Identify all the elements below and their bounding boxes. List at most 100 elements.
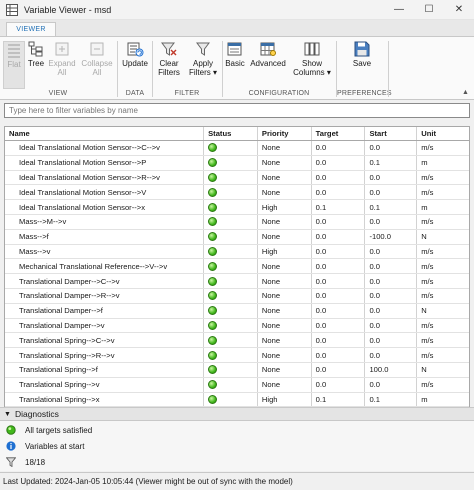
table-row[interactable]: Translational Damper-->f None 0.0 0.0 N [5, 303, 469, 319]
table-row[interactable]: Ideal Translational Motion Sensor-->V Non… [5, 185, 469, 201]
cell-target[interactable]: 0.0 [312, 259, 366, 274]
cell-target[interactable]: 0.0 [312, 348, 366, 362]
cell-target[interactable]: 0.0 [312, 170, 366, 185]
table-row[interactable]: Ideal Translational Motion Sensor-->x Hig… [5, 200, 469, 215]
filter-input[interactable]: Type here to filter variables by name [4, 103, 470, 118]
table-row[interactable]: Ideal Translational Motion Sensor-->P Non… [5, 155, 469, 171]
diagnostics-title: Diagnostics [14, 409, 59, 419]
collapse-all-button[interactable]: Collapse All [80, 41, 114, 89]
advanced-config-icon [259, 41, 277, 57]
cell-priority[interactable]: High [258, 200, 312, 214]
cell-priority[interactable]: None [258, 288, 312, 303]
cell-priority[interactable]: None [258, 274, 312, 288]
table-row[interactable]: Translational Damper-->C-->v None 0.0 0.0 m/… [5, 274, 469, 289]
column-header-start[interactable]: Start [365, 127, 418, 140]
table-row[interactable]: Ideal Translational Motion Sensor-->R-->… [5, 170, 469, 186]
cell-target[interactable]: 0.1 [312, 200, 366, 214]
update-button[interactable]: Update [120, 41, 150, 89]
cell-target[interactable]: 0.0 [312, 185, 366, 200]
table-row[interactable]: Translational Spring-->C-->v None 0.0 0.0 m/… [5, 333, 469, 349]
cell-unit: m/s [421, 246, 434, 256]
cell-target[interactable]: 0.0 [312, 229, 366, 244]
cell-target[interactable]: 0.0 [312, 288, 366, 303]
cell-start: 0.0 [365, 185, 418, 200]
cell-target[interactable]: 0.0 [312, 377, 366, 392]
table-row[interactable]: Translational Damper-->R-->v None 0.0 0.0 m/… [5, 288, 469, 304]
cell-target[interactable]: 0.0 [312, 303, 366, 318]
flat-button[interactable]: Flat [3, 41, 25, 89]
show-columns-button[interactable]: Show Columns ▾ [293, 41, 331, 89]
cell-priority[interactable]: High [258, 244, 312, 259]
expand-all-button[interactable]: Expand All [48, 41, 76, 89]
clear-filters-button[interactable]: Clear Filters [155, 41, 183, 89]
cell-name: Translational Spring-->R-->v [5, 348, 205, 362]
collapse-toolstrip-icon[interactable]: ▲ [462, 89, 469, 96]
cell-priority[interactable]: None [258, 155, 312, 170]
cell-target[interactable]: 0.0 [312, 274, 366, 288]
cell-status [204, 170, 258, 185]
close-button[interactable]: ✕ [444, 0, 474, 20]
cell-priority[interactable]: None [258, 185, 312, 200]
cell-unit: m [421, 158, 428, 168]
table-row[interactable]: Mass-->f None 0.0 -100.0 N [5, 229, 469, 245]
info-icon [6, 441, 16, 451]
table-row[interactable]: Translational Spring-->x High 0.1 0.1 m [5, 392, 469, 408]
cell-priority[interactable]: None [258, 333, 312, 348]
diagnostics-header[interactable]: ▼ Diagnostics [0, 407, 474, 421]
cell-priority[interactable]: None [258, 303, 312, 318]
cell-priority[interactable]: High [258, 392, 312, 407]
cell-priority[interactable]: None [258, 362, 312, 377]
cell-name: Ideal Translational Motion Sensor-->R-->… [5, 170, 205, 185]
table-row[interactable]: Mass-->v High 0.0 0.0 m/s [5, 244, 469, 260]
cell-target[interactable]: 0.0 [312, 362, 366, 377]
cell-name: Translational Spring-->v [5, 377, 205, 392]
cell-target[interactable]: 0.1 [312, 392, 366, 407]
cell-unit: m/s [421, 335, 434, 345]
cell-priority[interactable]: None [258, 259, 312, 274]
cell-priority[interactable]: None [258, 377, 312, 392]
green-circle-icon [6, 425, 16, 435]
column-header-name[interactable]: Name [5, 127, 205, 140]
cell-priority[interactable]: None [258, 348, 312, 362]
cell-start: -100.0 [365, 229, 418, 244]
column-header-priority[interactable]: Priority [258, 127, 312, 140]
cell-name: Translational Damper-->C-->v [5, 274, 205, 288]
cell-status [204, 288, 258, 303]
cell-priority[interactable]: None [258, 141, 312, 155]
status-ok-icon [208, 291, 218, 301]
table-row[interactable]: Mechanical Translational Reference-->V--… [5, 259, 469, 275]
cell-name: Mass-->f [5, 229, 205, 244]
cell-status [204, 274, 258, 288]
cell-target[interactable]: 0.0 [312, 244, 366, 259]
advanced-button[interactable]: Advanced [249, 41, 287, 89]
cell-target[interactable]: 0.0 [312, 214, 366, 229]
cell-unit: N [421, 365, 427, 375]
save-button[interactable]: Save [350, 41, 374, 89]
table-row[interactable]: Translational Spring-->f None 0.0 100.0 N [5, 362, 469, 378]
table-row[interactable]: Ideal Translational Motion Sensor-->C-->… [5, 141, 469, 156]
table-row[interactable]: Mass-->M-->v None 0.0 0.0 m/s [5, 214, 469, 230]
cell-start: 0.0 [365, 348, 418, 362]
column-header-unit[interactable]: Unit [417, 127, 469, 140]
cell-priority[interactable]: None [258, 229, 312, 244]
cell-target[interactable]: 0.0 [312, 333, 366, 348]
apply-filters-button[interactable]: Apply Filters ▾ [187, 41, 219, 89]
cell-target[interactable]: 0.0 [312, 141, 366, 155]
tab-viewer[interactable]: VIEWER [6, 22, 56, 36]
basic-button[interactable]: Basic [224, 41, 246, 89]
cell-name: Mass-->M-->v [5, 214, 205, 229]
cell-priority[interactable]: None [258, 214, 312, 229]
cell-target[interactable]: 0.0 [312, 318, 366, 333]
table-row[interactable]: Translational Spring-->R-->v None 0.0 0.0 m/… [5, 348, 469, 363]
column-header-status[interactable]: Status [204, 127, 258, 140]
table-row[interactable]: Translational Spring-->v None 0.0 0.0 m/s [5, 377, 469, 393]
cell-priority[interactable]: None [258, 318, 312, 333]
separator [222, 41, 223, 97]
cell-target[interactable]: 0.0 [312, 155, 366, 170]
column-header-target[interactable]: Target [312, 127, 366, 140]
table-row[interactable]: Translational Damper-->v None 0.0 0.0 m/s [5, 318, 469, 334]
minimize-button[interactable]: — [384, 0, 414, 20]
tree-button[interactable]: Tree [25, 41, 47, 89]
maximize-button[interactable]: ☐ [414, 0, 444, 20]
cell-priority[interactable]: None [258, 170, 312, 185]
